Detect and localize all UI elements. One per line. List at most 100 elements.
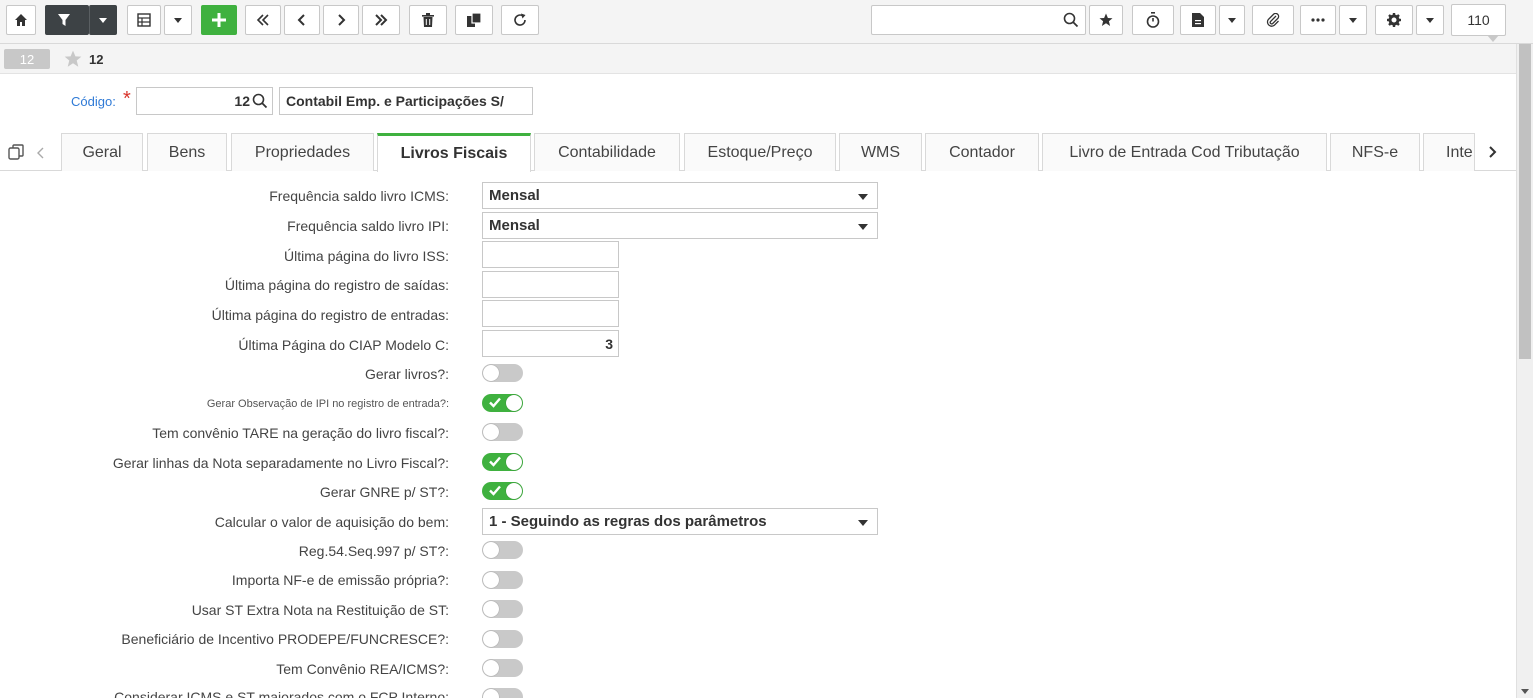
tab-propriedades[interactable]: Propriedades <box>231 133 374 171</box>
more-icon <box>1311 18 1325 22</box>
chevron-down-icon <box>858 194 868 200</box>
tab-label: Propriedades <box>254 143 351 161</box>
filter-dropdown-button[interactable] <box>89 5 117 35</box>
tare-toggle[interactable] <box>482 423 523 441</box>
gerar-livros-toggle[interactable] <box>482 364 523 382</box>
chevron-right-icon[interactable] <box>1487 145 1497 159</box>
chevron-down-icon <box>858 224 868 230</box>
chevron-down-icon <box>174 17 182 23</box>
calc-aquisicao-select[interactable]: 1 - Seguindo as regras dos parâmetros <box>482 508 878 535</box>
check-icon <box>489 456 501 467</box>
gerar-obs-ipi-toggle[interactable] <box>482 394 523 412</box>
calc-aquisicao-value: 1 - Seguindo as regras dos parâmetros <box>489 513 767 530</box>
delete-button[interactable] <box>409 5 447 35</box>
tab-inte[interactable]: Inte <box>1423 133 1475 171</box>
tab-bens[interactable]: Bens <box>147 133 227 171</box>
grid-view-button[interactable] <box>127 5 161 35</box>
search-box <box>871 5 1086 35</box>
importa-nfe-label: Importa NF-e de emissão própria?: <box>231 572 449 588</box>
tab-livro-entrada-cod-tributacao[interactable]: Livro de Entrada Cod Tributação <box>1042 133 1327 171</box>
record-badge[interactable]: 12 <box>4 49 50 69</box>
ult-ciap-input[interactable] <box>482 330 619 357</box>
ult-iss-input[interactable] <box>482 241 619 268</box>
icms-st-fcp-toggle[interactable] <box>482 688 523 698</box>
tare-label: Tem convênio TARE na geração do livro fi… <box>152 425 449 441</box>
filter-button[interactable] <box>45 5 89 35</box>
st-extra-toggle[interactable] <box>482 600 523 618</box>
copy-icon[interactable] <box>8 144 24 160</box>
tab-label: Bens <box>168 143 206 161</box>
record-bar: 12 12 <box>0 44 1516 74</box>
vertical-scrollbar[interactable] <box>1516 44 1533 698</box>
first-record-button[interactable] <box>245 5 281 35</box>
search-icon[interactable] <box>1063 12 1079 28</box>
tab-estoque-preco[interactable]: Estoque/Preço <box>684 133 836 171</box>
plus-icon <box>212 13 226 27</box>
scrollbar-thumb[interactable] <box>1519 44 1531 359</box>
tab-contabilidade[interactable]: Contabilidade <box>534 133 680 171</box>
reg54-toggle[interactable] <box>482 541 523 559</box>
settings-button[interactable] <box>1375 5 1413 35</box>
report-dropdown-button[interactable] <box>1219 5 1245 35</box>
reg54-label: Reg.54.Seq.997 p/ ST?: <box>298 543 449 559</box>
tab-livros-fiscais[interactable]: Livros Fiscais <box>377 133 531 172</box>
add-button[interactable] <box>201 5 237 35</box>
chevron-down-icon <box>99 17 107 23</box>
home-button[interactable] <box>6 5 36 35</box>
attachment-button[interactable] <box>1252 5 1294 35</box>
ult-entradas-label: Última página do registro de entradas: <box>211 307 449 323</box>
tab-label: Contador <box>949 143 1015 161</box>
tab-label: NFS-e <box>1351 143 1399 161</box>
favorite-button[interactable] <box>1089 5 1123 35</box>
prodepe-toggle[interactable] <box>482 630 523 648</box>
star-icon <box>1099 13 1113 26</box>
search-icon[interactable] <box>252 93 268 109</box>
company-name-field[interactable]: Contabil Emp. e Participações S/ <box>279 87 533 115</box>
more-button[interactable] <box>1300 5 1336 35</box>
refresh-button[interactable] <box>501 5 539 35</box>
freq-ipi-select[interactable]: Mensal <box>482 212 878 239</box>
freq-icms-select[interactable]: Mensal <box>482 182 878 209</box>
st-extra-label: Usar ST Extra Nota na Restituição de ST: <box>191 602 449 618</box>
gerar-obs-ipi-label: Gerar Observação de IPI no registro de e… <box>206 398 449 410</box>
tab-contador[interactable]: Contador <box>925 133 1039 171</box>
timer-button[interactable] <box>1132 5 1174 35</box>
trash-icon <box>422 13 434 27</box>
duplicate-button[interactable] <box>455 5 493 35</box>
tab-geral[interactable]: Geral <box>61 133 143 171</box>
more-dropdown-button[interactable] <box>1339 5 1367 35</box>
chevron-left-icon[interactable] <box>36 146 46 160</box>
gnre-toggle[interactable] <box>482 482 523 500</box>
required-mark: * <box>123 88 131 110</box>
linhas-nota-label: Gerar linhas da Nota separadamente no Li… <box>112 455 449 471</box>
ult-saidas-input[interactable] <box>482 271 619 298</box>
star-icon[interactable] <box>63 50 83 68</box>
search-input[interactable] <box>872 6 1057 34</box>
prodepe-label: Beneficiário de Incentivo PRODEPE/FUNCRE… <box>121 631 449 647</box>
toolbar: 110 <box>0 0 1533 44</box>
check-icon <box>489 485 501 496</box>
tab-label: Livro de Entrada Cod Tributação <box>1069 143 1300 161</box>
settings-dropdown-button[interactable] <box>1416 5 1444 35</box>
zoom-level[interactable]: 110 <box>1451 4 1506 42</box>
report-button[interactable] <box>1180 5 1216 35</box>
last-record-button[interactable] <box>362 5 400 35</box>
next-record-button[interactable] <box>323 5 359 35</box>
ult-entradas-input[interactable] <box>482 300 619 327</box>
company-name: Contabil Emp. e Participações S/ <box>286 93 504 109</box>
freq-ipi-value: Mensal <box>489 217 540 234</box>
importa-nfe-toggle[interactable] <box>482 571 523 589</box>
first-icon <box>256 14 269 26</box>
tab-wms[interactable]: WMS <box>839 133 922 171</box>
rea-icms-toggle[interactable] <box>482 659 523 677</box>
prev-record-button[interactable] <box>284 5 320 35</box>
linhas-nota-toggle[interactable] <box>482 453 523 471</box>
grid-dropdown-button[interactable] <box>164 5 192 35</box>
tab-nfs-e[interactable]: NFS-e <box>1330 133 1420 171</box>
record-number: 12 <box>89 52 104 67</box>
tab-label: Inte <box>1446 143 1473 161</box>
scroll-down-icon[interactable] <box>1521 689 1529 694</box>
tab-label: WMS <box>860 143 901 161</box>
rea-icms-label: Tem Convênio REA/ICMS?: <box>276 661 449 677</box>
copy-icon <box>467 13 481 27</box>
